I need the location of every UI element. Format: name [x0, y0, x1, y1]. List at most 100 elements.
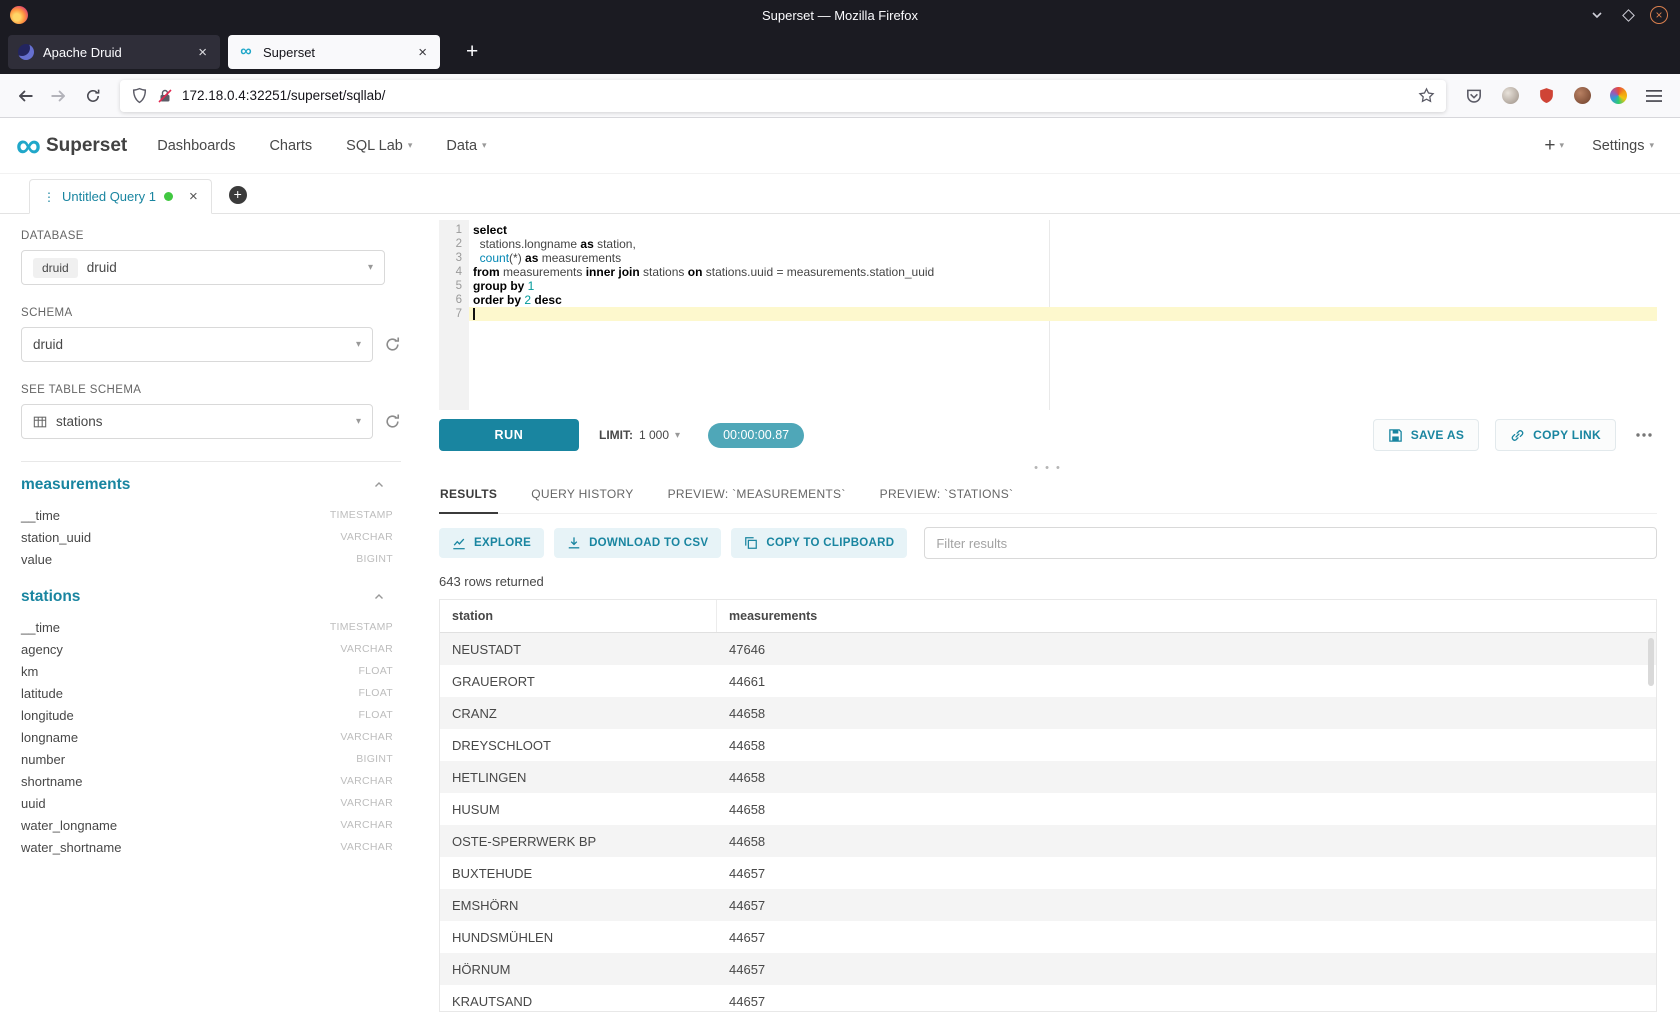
schema-select-value: druid	[33, 337, 63, 352]
table-row: OSTE-SPERRWERK BP44658	[440, 825, 1656, 857]
tab-close-icon[interactable]: ×	[415, 44, 430, 61]
bookmark-star-icon[interactable]	[1418, 87, 1435, 104]
extension-avatar-icon[interactable]	[1571, 85, 1593, 107]
extension-pinwheel-icon[interactable]	[1607, 85, 1629, 107]
query-tab-label: Untitled Query 1	[62, 189, 156, 204]
results-table-header: station measurements	[440, 600, 1656, 633]
results-actions: EXPLORE DOWNLOAD TO CSV COPY TO CLIPBOAR…	[439, 527, 1657, 559]
browser-tab-superset[interactable]: ∞ Superset ×	[228, 35, 440, 69]
table-name: measurements	[21, 476, 130, 494]
results-scrollbar[interactable]	[1648, 638, 1654, 686]
window-maximize-icon[interactable]	[1619, 6, 1637, 24]
more-options-icon[interactable]	[1631, 428, 1657, 442]
sql-editor[interactable]: 1234567 select stations.longname as stat…	[439, 220, 1657, 410]
pocket-icon[interactable]	[1463, 85, 1485, 107]
window-title: Superset — Mozilla Firefox	[0, 8, 1680, 23]
copy-link-button[interactable]: COPY LINK	[1495, 419, 1616, 451]
column-name: agency	[21, 642, 63, 657]
copy-icon	[744, 536, 758, 550]
nav-charts[interactable]: Charts	[269, 138, 312, 154]
tab-close-icon[interactable]: ×	[195, 44, 210, 61]
code-line: count(*) as measurements	[469, 251, 1657, 265]
nav-sql-lab[interactable]: SQL Lab▾	[346, 138, 412, 154]
forward-button[interactable]	[44, 81, 74, 111]
column-type: TIMESTAMP	[330, 621, 393, 633]
nav-data[interactable]: Data▾	[446, 138, 486, 154]
text-cursor	[473, 308, 475, 320]
database-type-badge: druid	[33, 258, 78, 278]
reload-button[interactable]	[78, 81, 108, 111]
column-row: longnameVARCHAR	[21, 726, 393, 748]
station-cell: OSTE-SPERRWERK BP	[440, 834, 717, 849]
column-header-station[interactable]: station	[440, 600, 717, 632]
results-tab-preview-measurements[interactable]: PREVIEW: `MEASUREMENTS`	[667, 476, 847, 513]
new-item-button[interactable]: +▾	[1544, 135, 1564, 157]
query-tab-close-icon[interactable]: ×	[189, 188, 198, 205]
window-shade-icon[interactable]	[1588, 6, 1606, 24]
results-tab-results[interactable]: RESULTS	[439, 476, 498, 514]
refresh-schema-icon[interactable]	[384, 336, 401, 353]
window-titlebar: Superset — Mozilla Firefox ×	[0, 0, 1680, 30]
insecure-lock-icon[interactable]	[157, 88, 173, 104]
pane-resize-handle[interactable]: • • •	[439, 460, 1657, 476]
shield-icon[interactable]	[131, 87, 148, 104]
limit-dropdown[interactable]: LIMIT: 1 000 ▾	[599, 428, 680, 442]
add-query-tab-button[interactable]: +	[229, 186, 247, 204]
database-select[interactable]: druid druid ▾	[21, 250, 385, 285]
table-row: HUNDSMÜHLEN44657	[440, 921, 1656, 953]
drag-handle-icon: ⋮	[43, 190, 54, 204]
back-button[interactable]	[10, 81, 40, 111]
superset-logo[interactable]: ∞ Superset	[16, 132, 127, 160]
firefox-window: Superset — Mozilla Firefox × Apache Drui…	[0, 0, 1680, 1012]
schema-select[interactable]: druid ▾	[21, 327, 373, 362]
settings-menu[interactable]: Settings▾	[1592, 138, 1654, 154]
refresh-table-icon[interactable]	[384, 413, 401, 430]
chevron-up-icon[interactable]	[373, 591, 385, 603]
browser-tab-apache-druid[interactable]: Apache Druid ×	[8, 35, 220, 69]
superset-favicon: ∞	[238, 44, 254, 60]
code-line: select	[469, 223, 1657, 237]
chevron-down-icon: ▾	[1560, 140, 1565, 151]
column-row: water_longnameVARCHAR	[21, 814, 393, 836]
measurements-cell: 44658	[717, 802, 777, 817]
editor-code[interactable]: select stations.longname as station, cou…	[469, 220, 1657, 410]
save-as-button[interactable]: SAVE AS	[1373, 419, 1479, 451]
line-number: 7	[439, 307, 462, 321]
query-tabs-bar: ⋮ Untitled Query 1 × +	[0, 174, 1680, 214]
table-section-header[interactable]: stations	[21, 588, 385, 606]
firefox-icon	[10, 6, 28, 24]
results-tab-query-history[interactable]: QUERY HISTORY	[530, 476, 634, 513]
column-row: water_shortnameVARCHAR	[21, 836, 393, 858]
line-number: 4	[439, 265, 462, 279]
download-csv-button[interactable]: DOWNLOAD TO CSV	[554, 528, 721, 558]
measurements-cell: 44657	[717, 994, 777, 1009]
table-section-header[interactable]: measurements	[21, 476, 385, 494]
chevron-up-icon[interactable]	[373, 479, 385, 491]
column-type: FLOAT	[358, 687, 393, 699]
nav-dashboards[interactable]: Dashboards	[157, 138, 235, 154]
filter-results-input[interactable]	[924, 527, 1657, 559]
results-tab-preview-stations[interactable]: PREVIEW: `STATIONS`	[879, 476, 1015, 513]
table-select[interactable]: stations ▾	[21, 404, 373, 439]
schema-tables: measurements__timeTIMESTAMPstation_uuidV…	[21, 476, 401, 858]
station-cell: CRANZ	[440, 706, 717, 721]
column-name: __time	[21, 620, 60, 635]
ublock-shield-icon[interactable]	[1535, 85, 1557, 107]
menu-hamburger-icon[interactable]	[1643, 85, 1665, 107]
editor-gutter: 1234567	[439, 220, 469, 410]
query-tab-untitled-query-1[interactable]: ⋮ Untitled Query 1 ×	[29, 179, 212, 214]
copy-to-clipboard-button[interactable]: COPY TO CLIPBOARD	[731, 528, 907, 558]
table-row: GRAUERORT44661	[440, 665, 1656, 697]
explore-button[interactable]: EXPLORE	[439, 528, 544, 558]
chart-icon	[452, 536, 466, 550]
account-icon[interactable]	[1499, 85, 1521, 107]
measurements-cell: 44658	[717, 738, 777, 753]
station-cell: GRAUERORT	[440, 674, 717, 689]
column-header-measurements[interactable]: measurements	[717, 600, 829, 632]
run-button[interactable]: RUN	[439, 419, 579, 451]
chevron-down-icon: ▾	[368, 262, 373, 273]
table-row: BUXTEHUDE44657	[440, 857, 1656, 889]
url-field[interactable]: 172.18.0.4:32251/superset/sqllab/	[120, 80, 1446, 112]
new-tab-button[interactable]: +	[460, 40, 484, 64]
window-close-icon[interactable]: ×	[1650, 6, 1668, 24]
